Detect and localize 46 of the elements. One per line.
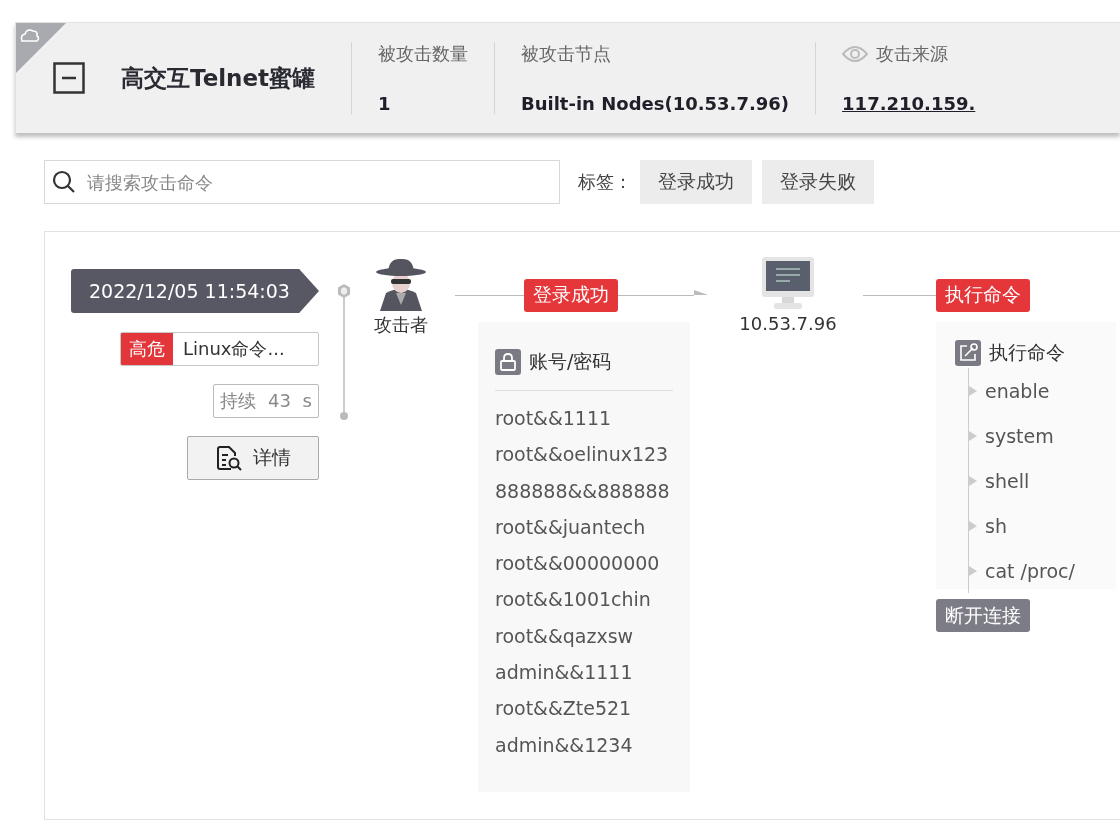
edit-icon [955,340,981,366]
command-item: cat /proc/ [985,559,1075,582]
duration-tag: 持续 43 s [213,384,319,418]
disconnect-badge: 断开连接 [936,599,1030,632]
search-icon [52,170,76,194]
cloud-corner-icon [16,23,66,73]
credential-item: root&&1111 [495,407,613,431]
tag-filter-button[interactable]: 登录失败 [762,160,874,204]
tag-filter-button[interactable]: 登录成功 [640,160,752,204]
credentials-title: 账号/密码 [529,349,612,374]
stat-label: 攻击来源 [876,42,949,66]
source-ip-link[interactable]: 117.210.159. [842,93,976,114]
command-item: shell [985,469,1030,492]
credential-item: root&&00000000 [495,552,661,577]
credential-item: root&&qazxsw [495,624,635,649]
hooded-figure-icon [374,257,428,311]
search-field[interactable]: 请搜索攻击命令 [44,160,560,204]
lock-icon [495,349,521,375]
login-success-badge: 登录成功 [524,278,618,312]
credential-item: root&&juantech [495,515,647,540]
command-item: enable [985,379,1050,402]
severity-label: 高危 [121,333,173,365]
credential-item: admin&&1234 [495,733,634,758]
collapse-icon[interactable] [53,62,85,94]
details-button[interactable]: 详情 [187,436,319,480]
category-label: Linux命令... [182,337,286,361]
command-item: system [985,424,1054,447]
timestamp-tag: 2022/12/05 11:54:03 [71,269,319,313]
stat-label: 被攻击数量 [378,42,468,66]
credential-item: root&&Zte521 [495,697,633,722]
credential-item: 888888&&888888 [495,479,671,504]
credential-item: root&&1001chin [495,588,652,613]
stat-value: 1 [378,93,392,114]
attacker-label: 攻击者 [374,313,428,337]
target-ip-label: 10.53.7.96 [739,313,837,334]
stat-value: Built-in Nodes(10.53.7.96) [521,93,790,114]
credential-item: admin&&1111 [495,661,634,686]
monitor-icon [762,257,814,311]
credential-item: root&&oelinux123 [495,443,670,468]
commands-title: 执行命令 [989,340,1065,365]
stat-label: 被攻击节点 [521,42,611,66]
tags-label: 标签： [578,170,632,194]
command-item: sh [985,514,1007,537]
document-search-icon [215,444,243,472]
execute-command-badge: 执行命令 [936,278,1030,312]
honeypot-title: 高交互Telnet蜜罐 [121,63,317,93]
